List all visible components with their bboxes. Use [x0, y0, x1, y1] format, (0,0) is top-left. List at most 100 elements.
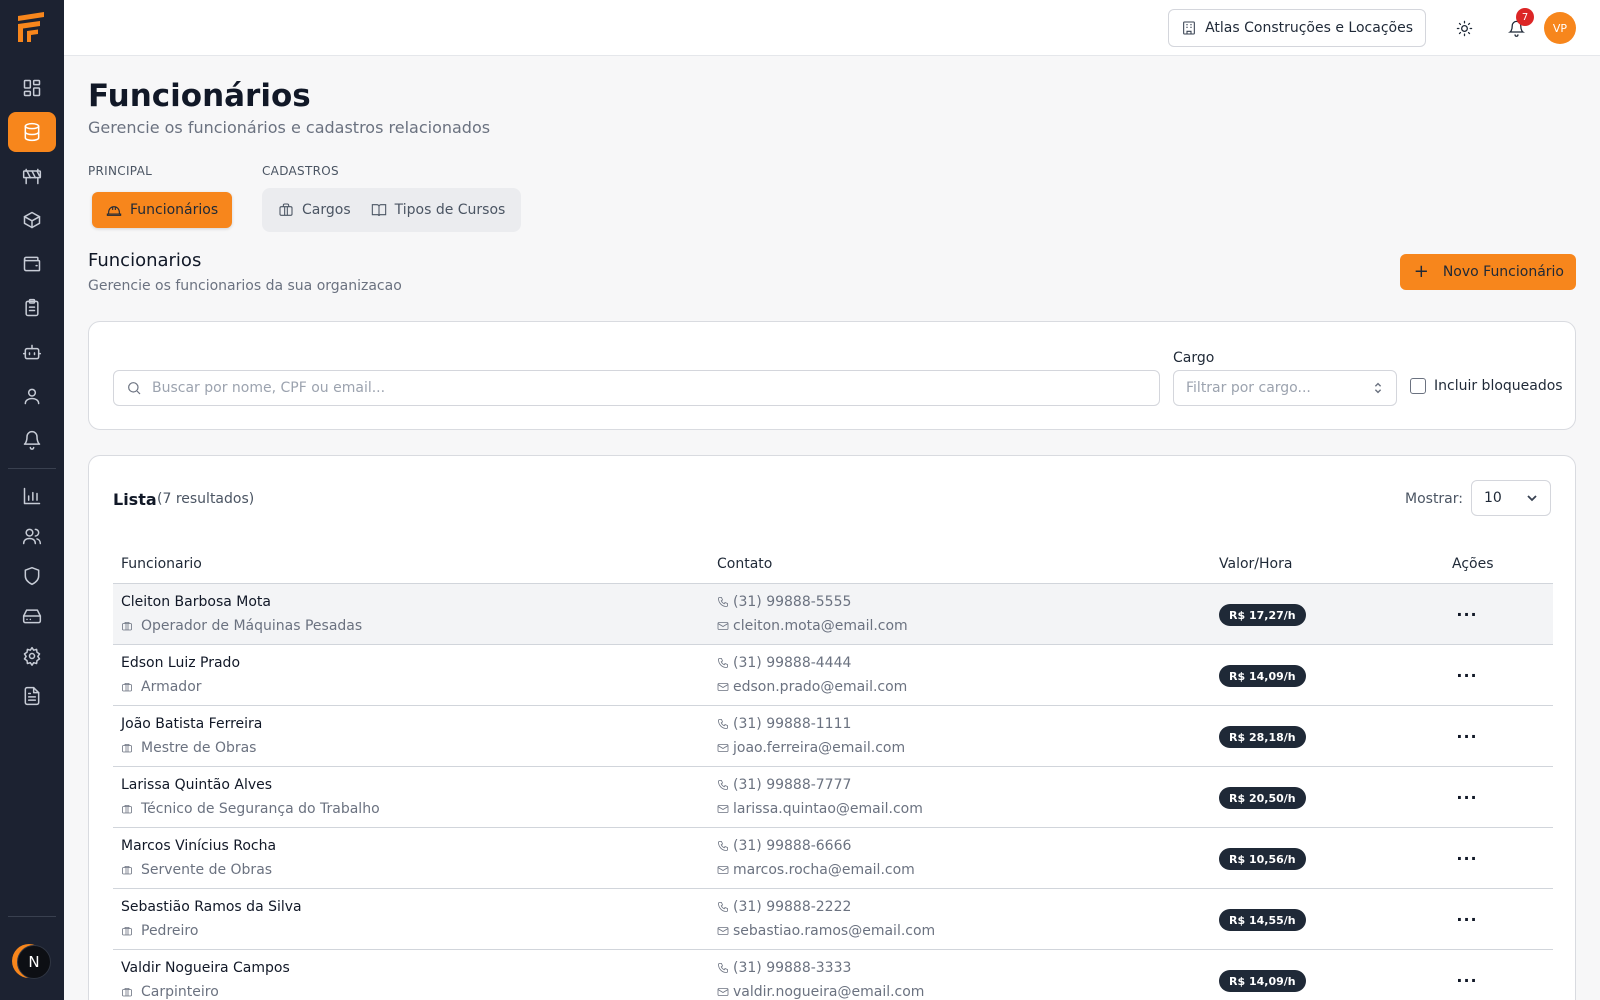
- settings-icon[interactable]: [8, 636, 56, 676]
- phone-icon: [718, 841, 728, 851]
- briefcase-icon: [279, 203, 293, 216]
- hourly-rate-badge: R$ 10,56/h: [1219, 848, 1306, 870]
- employee-phone-text: (31) 99888-7777: [733, 777, 852, 793]
- column-header-rate[interactable]: Valor/Hora: [1219, 556, 1292, 572]
- clipboard-icon[interactable]: [8, 288, 56, 328]
- employee-phone: (31) 99888-5555: [717, 594, 851, 610]
- page-title: Funcionários: [88, 78, 311, 114]
- section-subtitle: Gerencie os funcionarios da sua organiza…: [88, 278, 402, 294]
- cargo-filter-label: Cargo: [1173, 350, 1215, 366]
- employee-phone: (31) 99888-4444: [717, 655, 851, 671]
- tab-group-label-principal: PRINCIPAL: [88, 164, 153, 178]
- row-actions-menu-icon[interactable]: ···: [1453, 785, 1481, 809]
- table-row[interactable]: Valdir Nogueira Campos Carpinteiro (31) …: [113, 950, 1553, 1000]
- row-actions-menu-icon[interactable]: ···: [1453, 663, 1481, 687]
- employee-name: Larissa Quintão Alves: [121, 777, 273, 793]
- employee-phone: (31) 99888-2222: [717, 899, 851, 915]
- page-size-select[interactable]: 10: [1471, 480, 1551, 516]
- phone-icon: [718, 963, 728, 973]
- cargo-filter-select[interactable]: Filtrar por cargo...: [1173, 370, 1397, 406]
- new-employee-button[interactable]: + Novo Funcionário: [1399, 254, 1576, 290]
- employee-role: Operador de Máquinas Pesadas: [121, 618, 362, 634]
- hourly-rate-badge: R$ 14,55/h: [1219, 909, 1306, 931]
- bar-chart-icon[interactable]: [8, 476, 56, 516]
- bot-icon[interactable]: [8, 332, 56, 372]
- employee-email-text: joao.ferreira@email.com: [733, 740, 906, 756]
- app-logo-icon[interactable]: [14, 10, 50, 46]
- bell-icon[interactable]: [8, 420, 56, 460]
- include-blocked-toggle[interactable]: Incluir bloqueados: [1410, 378, 1563, 394]
- users-icon[interactable]: [8, 516, 56, 556]
- include-blocked-checkbox[interactable]: [1410, 378, 1426, 394]
- employee-email-text: larissa.quintao@email.com: [733, 801, 923, 817]
- mail-icon: [717, 988, 729, 996]
- column-header-actions: Ações: [1452, 556, 1494, 572]
- table-row[interactable]: Marcos Vinícius Rocha Servente de Obras …: [113, 828, 1553, 889]
- database-icon[interactable]: [8, 112, 56, 152]
- column-header-employee[interactable]: Funcionario: [121, 556, 202, 572]
- mail-icon: [717, 744, 729, 752]
- table-row[interactable]: Sebastião Ramos da Silva Pedreiro (31) 9…: [113, 889, 1553, 950]
- employee-name: Sebastião Ramos da Silva: [121, 899, 302, 915]
- hourly-rate-badge: R$ 28,18/h: [1219, 726, 1306, 748]
- dashboard-icon[interactable]: [8, 68, 56, 108]
- table-row[interactable]: João Batista Ferreira Mestre de Obras (3…: [113, 706, 1553, 767]
- row-actions-menu-icon[interactable]: ···: [1453, 602, 1481, 626]
- tab-cargos[interactable]: Cargos: [270, 192, 359, 228]
- table-row[interactable]: Larissa Quintão Alves Técnico de Seguran…: [113, 767, 1553, 828]
- table-row[interactable]: Edson Luiz Prado Armador (31) 99888-4444…: [113, 645, 1553, 706]
- user-avatar-button[interactable]: VP: [1544, 12, 1576, 44]
- row-actions-menu-icon[interactable]: ···: [1453, 846, 1481, 870]
- user-icon[interactable]: [8, 376, 56, 416]
- briefcase-icon: [122, 927, 132, 936]
- tab-funcionarios-label: Funcionários: [130, 202, 219, 218]
- page-size-label: Mostrar:: [1405, 491, 1463, 507]
- row-actions-menu-icon[interactable]: ···: [1453, 968, 1481, 992]
- mail-icon: [717, 805, 729, 813]
- briefcase-icon: [122, 805, 132, 814]
- book-open-icon: [371, 204, 386, 217]
- hard-drive-icon[interactable]: [8, 596, 56, 636]
- list-title: Lista: [113, 490, 157, 509]
- tab-tipos-cursos[interactable]: Tipos de Cursos: [363, 192, 514, 228]
- phone-icon: [718, 719, 728, 729]
- column-header-contact[interactable]: Contato: [717, 556, 772, 572]
- tab-funcionarios[interactable]: Funcionários: [92, 192, 233, 228]
- hourly-rate-badge: R$ 14,09/h: [1219, 665, 1306, 687]
- theme-toggle-button[interactable]: [1452, 16, 1476, 40]
- list-result-count: (7 resultados): [157, 491, 255, 507]
- table-row[interactable]: Cleiton Barbosa Mota Operador de Máquina…: [113, 584, 1553, 645]
- filter-card: Buscar por nome, CPF ou email... Cargo F…: [88, 321, 1576, 430]
- notification-count-badge: 7: [1516, 8, 1534, 26]
- organization-switcher-button[interactable]: Atlas Construções e Locações: [1168, 9, 1426, 47]
- user-menu-button[interactable]: N: [12, 944, 51, 979]
- file-text-icon[interactable]: [8, 676, 56, 716]
- search-input[interactable]: Buscar por nome, CPF ou email...: [113, 370, 1160, 406]
- organization-name: Atlas Construções e Locações: [1205, 20, 1413, 36]
- employee-email-text: marcos.rocha@email.com: [733, 862, 915, 878]
- briefcase-icon: [122, 988, 132, 997]
- sidebar: N: [0, 0, 64, 1000]
- row-actions-menu-icon[interactable]: ···: [1453, 724, 1481, 748]
- briefcase-icon: [122, 866, 132, 875]
- employee-phone-text: (31) 99888-1111: [733, 716, 852, 732]
- cadastros-tab-group: Cargos Tipos de Cursos: [262, 188, 522, 232]
- table-header: Funcionario Contato Valor/Hora Ações: [113, 544, 1553, 584]
- package-icon[interactable]: [8, 200, 56, 240]
- top-bar: Atlas Construções e Locações 7 VP: [64, 0, 1600, 56]
- employee-role-text: Armador: [141, 679, 202, 695]
- tab-group-label-cadastros: CADASTROS: [262, 164, 339, 178]
- employee-name: Marcos Vinícius Rocha: [121, 838, 277, 854]
- wallet-icon[interactable]: [8, 244, 56, 284]
- briefcase-icon: [122, 622, 132, 631]
- barrier-icon[interactable]: [8, 156, 56, 196]
- phone-icon: [718, 780, 728, 790]
- new-employee-label: Novo Funcionário: [1442, 264, 1564, 280]
- row-actions-menu-icon[interactable]: ···: [1453, 907, 1481, 931]
- hard-hat-icon: [106, 206, 122, 216]
- briefcase-icon: [122, 683, 132, 692]
- hourly-rate-badge: R$ 17,27/h: [1219, 604, 1306, 626]
- employee-email-text: sebastiao.ramos@email.com: [733, 923, 936, 939]
- shield-icon[interactable]: [8, 556, 56, 596]
- employee-phone: (31) 99888-3333: [717, 960, 851, 976]
